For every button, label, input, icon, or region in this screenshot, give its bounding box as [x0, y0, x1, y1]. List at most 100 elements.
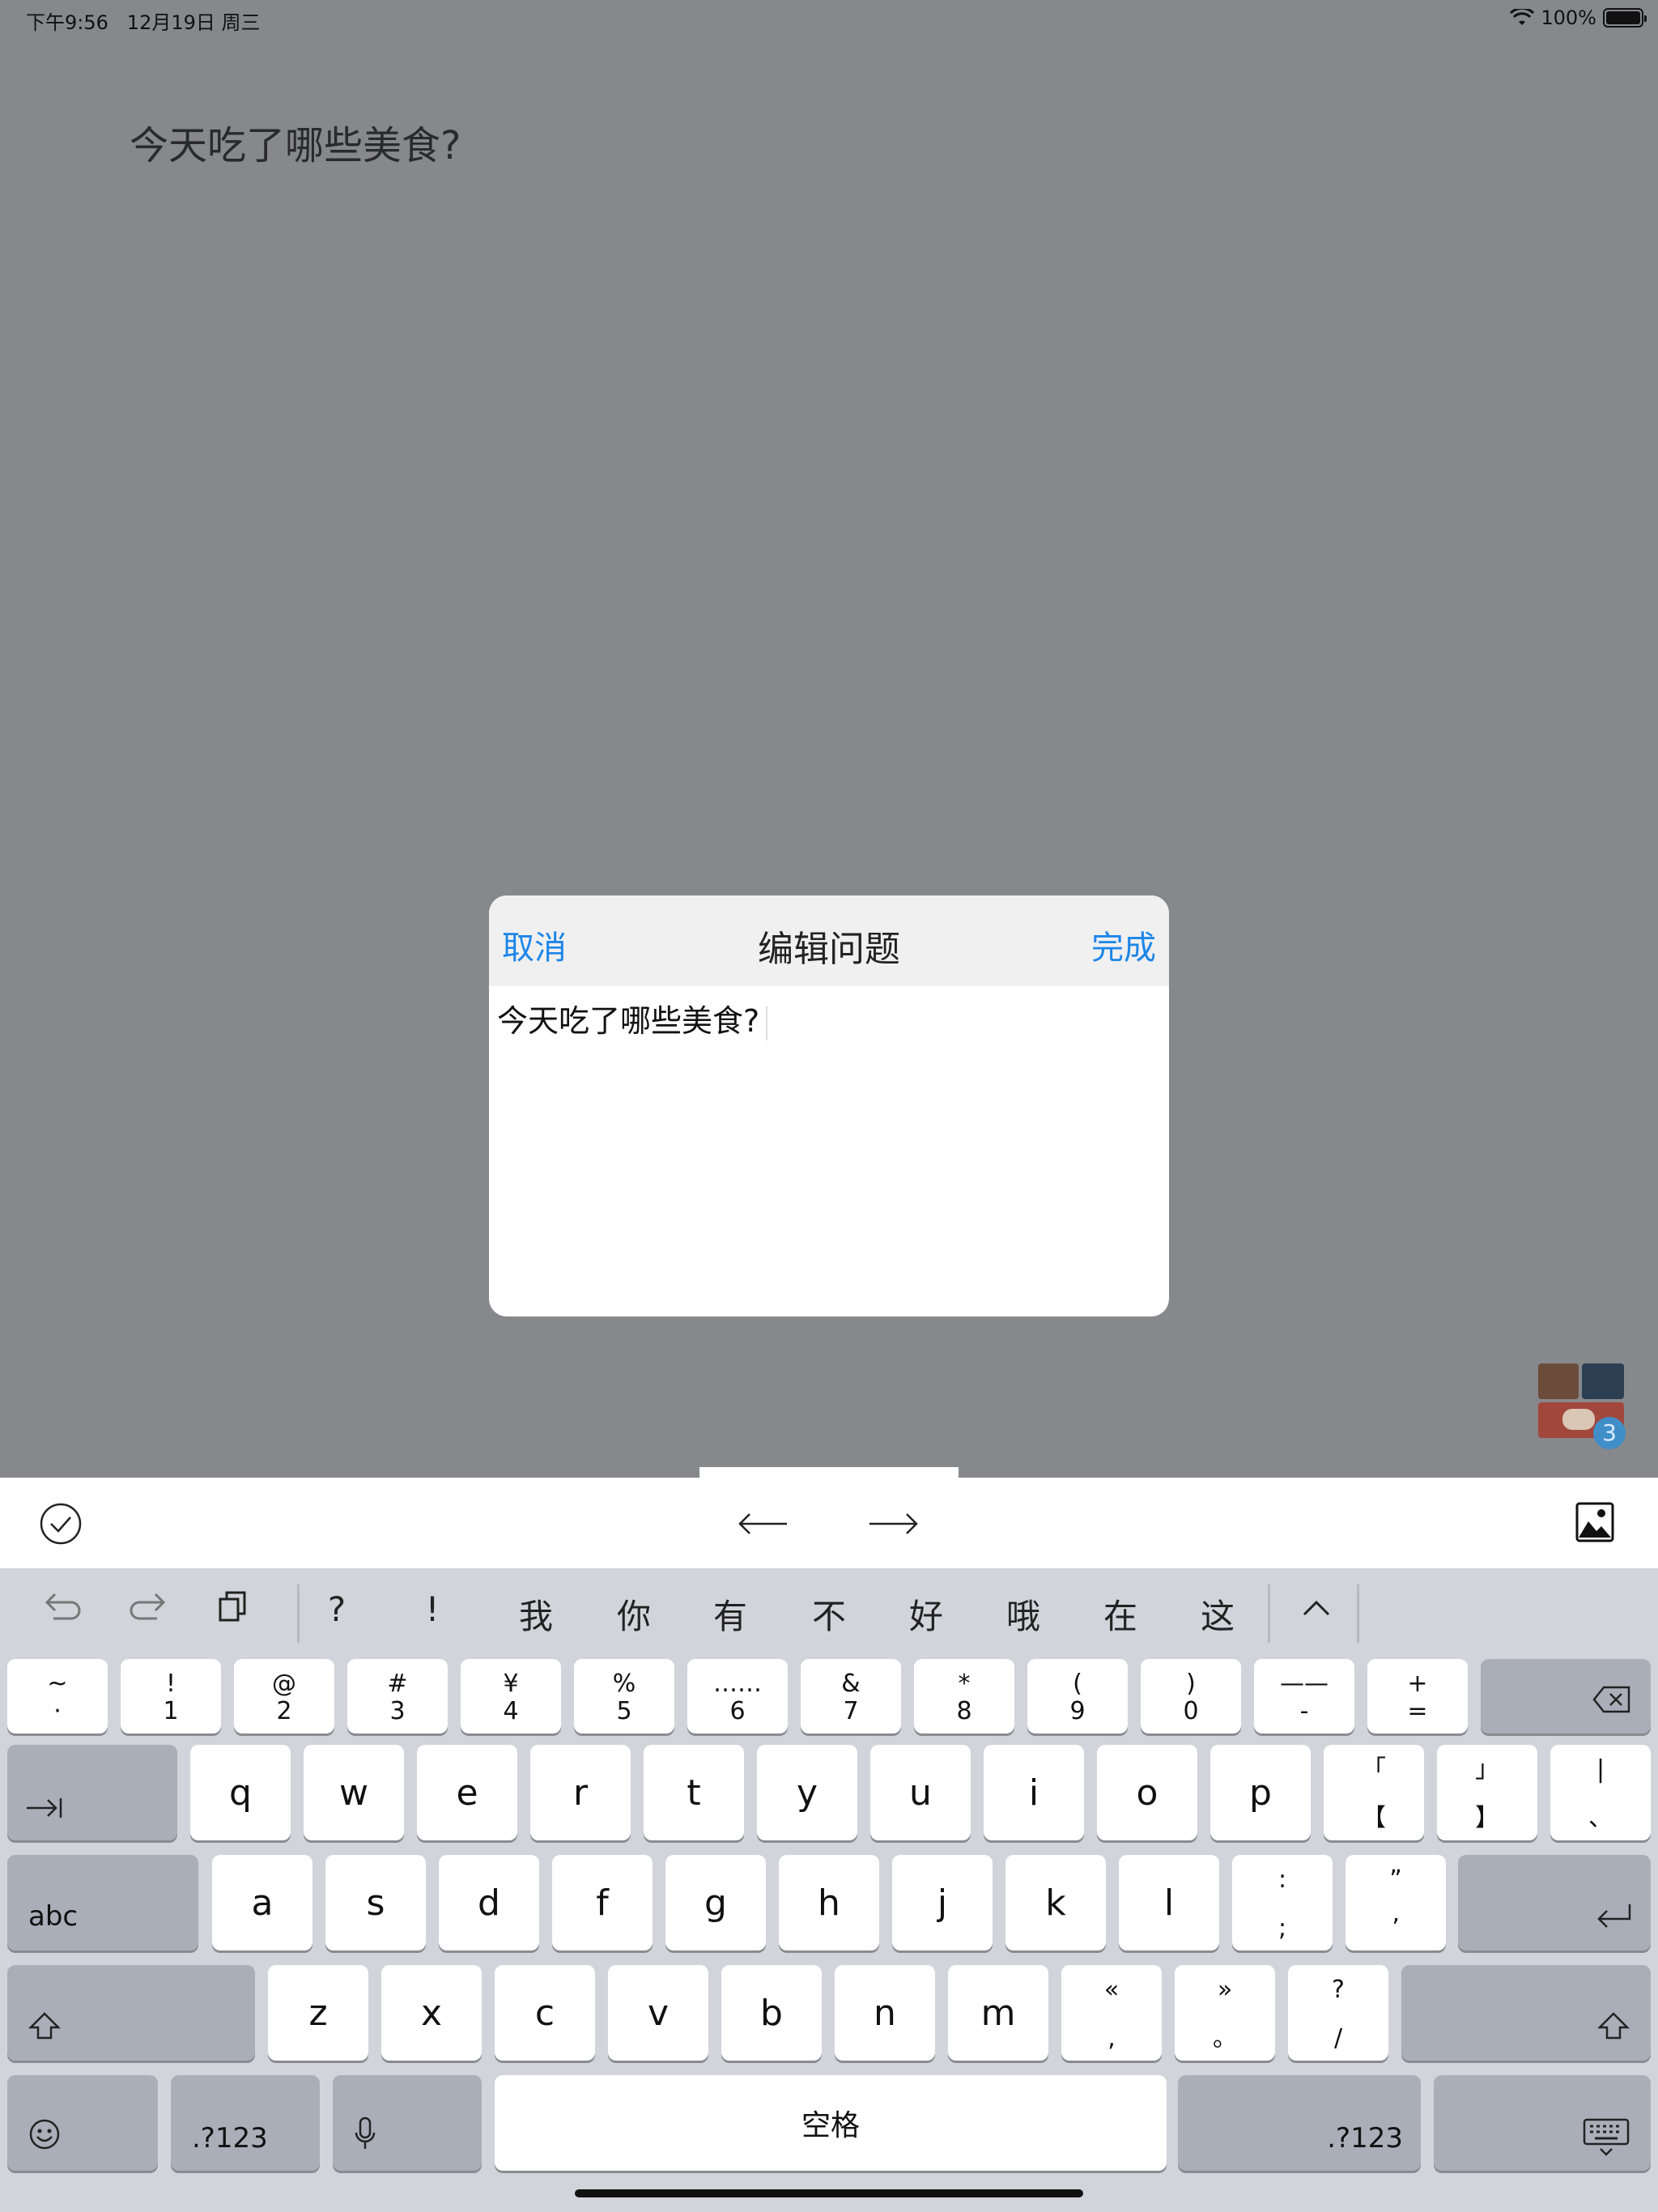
suggestion[interactable]: 不 [805, 1589, 853, 1639]
key-label: u [909, 1772, 932, 1814]
key-letter[interactable]: n [835, 1965, 935, 2061]
key-number[interactable]: (9 [1027, 1659, 1128, 1733]
shift-key-left[interactable] [7, 1965, 255, 2061]
suggestion[interactable]: 在 [1096, 1589, 1145, 1639]
key-letter[interactable]: y [757, 1745, 857, 1840]
key-number[interactable]: ! 1 [121, 1659, 221, 1733]
undo-icon[interactable] [42, 1591, 83, 1623]
key-number[interactable]: —— - [1254, 1659, 1354, 1733]
key-letter[interactable]: u [870, 1745, 971, 1840]
hide-keyboard-key[interactable] [1434, 2075, 1651, 2171]
key-label: d [478, 1882, 500, 1924]
key-label: 2 [276, 1697, 292, 1725]
key-label: 7 [843, 1697, 859, 1725]
suggestion[interactable]: 好 [902, 1589, 950, 1639]
emoji-key[interactable] [7, 2075, 158, 2171]
numbers-key[interactable]: .?123 [171, 2075, 320, 2171]
key-punctuation[interactable]: ”’ [1346, 1855, 1446, 1950]
key-letter[interactable]: c [495, 1965, 595, 2061]
key-label: 】 [1475, 1804, 1499, 1832]
key-letter[interactable]: v [608, 1965, 708, 2061]
redo-icon[interactable] [128, 1591, 168, 1623]
key-letter[interactable]: a [212, 1855, 312, 1950]
suggestion[interactable]: ? [312, 1589, 361, 1629]
key-number[interactable]: & 7 [801, 1659, 901, 1733]
key-letter[interactable]: i [984, 1745, 1084, 1840]
key-letter[interactable]: b [721, 1965, 822, 2061]
key-label: 1 [163, 1697, 179, 1725]
key-letter[interactable]: f [552, 1855, 653, 1950]
key-punctuation[interactable]: »。 [1175, 1965, 1275, 2061]
key-punctuation[interactable]: «, [1061, 1965, 1162, 2061]
dialog-title: 编辑问题 [758, 929, 900, 970]
key-number[interactable]: ~ · [7, 1659, 108, 1733]
abc-key[interactable]: abc [7, 1855, 198, 1950]
key-letter[interactable]: m [948, 1965, 1048, 2061]
key-letter[interactable]: r [530, 1745, 631, 1840]
key-punctuation[interactable]: |、 [1550, 1745, 1651, 1840]
key-label: a [251, 1882, 274, 1924]
arrow-left-icon[interactable] [737, 1510, 789, 1538]
key-letter[interactable]: g [665, 1855, 766, 1950]
key-number[interactable]: % 5 [574, 1659, 674, 1733]
key-number[interactable]: ¥4 [461, 1659, 561, 1733]
suggestion[interactable]: 你 [610, 1589, 658, 1639]
numbers-label: .?123 [192, 2122, 268, 2155]
key-number[interactable]: #3 [347, 1659, 448, 1733]
key-letter[interactable]: o [1097, 1745, 1197, 1840]
key-punctuation[interactable]: ? / [1288, 1965, 1388, 2061]
key-letter[interactable]: d [439, 1855, 539, 1950]
key-label: s [366, 1882, 385, 1924]
key-punctuation[interactable]: 「【 [1324, 1745, 1424, 1840]
key-letter[interactable]: x [381, 1965, 482, 2061]
key-letter[interactable]: t [644, 1745, 744, 1840]
key-number[interactable]: @2 [234, 1659, 334, 1733]
paste-icon[interactable] [217, 1589, 249, 1623]
suggestion[interactable]: 有 [706, 1589, 755, 1639]
shift-key-right[interactable] [1401, 1965, 1651, 2061]
dictation-key[interactable] [333, 2075, 482, 2171]
key-letter[interactable]: w [304, 1745, 404, 1840]
key-shift-label: : [1278, 1865, 1287, 1894]
key-label: 9 [1069, 1697, 1086, 1725]
delete-key[interactable] [1481, 1659, 1651, 1733]
key-label: e [456, 1772, 478, 1814]
key-letter[interactable]: k [1005, 1855, 1106, 1950]
key-letter[interactable]: e [417, 1745, 517, 1840]
suggestion[interactable]: 我 [512, 1589, 560, 1639]
key-number[interactable]: + = [1367, 1659, 1468, 1733]
status-time: 下午9:56 12月19日 周三 [26, 11, 261, 34]
suggestion[interactable]: 哦 [999, 1589, 1048, 1639]
return-key[interactable] [1458, 1855, 1651, 1950]
key-letter[interactable]: j [892, 1855, 993, 1950]
numbers-key[interactable]: .?123 [1178, 2075, 1421, 2171]
key-punctuation[interactable]: :; [1232, 1855, 1333, 1950]
key-letter[interactable]: h [779, 1855, 879, 1950]
tab-key[interactable] [7, 1745, 177, 1840]
image-icon[interactable] [1575, 1502, 1614, 1542]
checkmark-circle-icon[interactable] [39, 1502, 83, 1546]
key-number[interactable]: ) 0 [1141, 1659, 1241, 1733]
key-letter[interactable]: p [1210, 1745, 1311, 1840]
key-label: ’ [1392, 1914, 1400, 1942]
chevron-up-icon[interactable] [1302, 1599, 1331, 1617]
key-letter[interactable]: q [190, 1745, 291, 1840]
key-shift-label: ! [165, 1670, 176, 1698]
question-textarea[interactable]: 今天吃了哪些美食? [497, 996, 768, 1040]
key-label: w [339, 1772, 368, 1814]
key-punctuation[interactable]: 」】 [1437, 1745, 1537, 1840]
key-label: z [308, 1992, 328, 2034]
key-letter[interactable]: l [1119, 1855, 1219, 1950]
key-letter[interactable]: s [325, 1855, 426, 1950]
done-button[interactable]: 完成 [1091, 921, 1156, 968]
key-number[interactable]: * 8 [914, 1659, 1014, 1733]
key-number[interactable]: …… 6 [687, 1659, 788, 1733]
space-key[interactable]: 空格 [495, 2075, 1167, 2171]
key-shift-label: 「 [1362, 1755, 1386, 1784]
photo-thumbnail[interactable]: 3 [1538, 1363, 1626, 1449]
arrow-right-icon[interactable] [868, 1510, 920, 1538]
suggestion[interactable]: ! [408, 1589, 457, 1629]
key-letter[interactable]: z [268, 1965, 368, 2061]
key-label: v [647, 1992, 670, 2034]
suggestion[interactable]: 这 [1193, 1589, 1242, 1639]
